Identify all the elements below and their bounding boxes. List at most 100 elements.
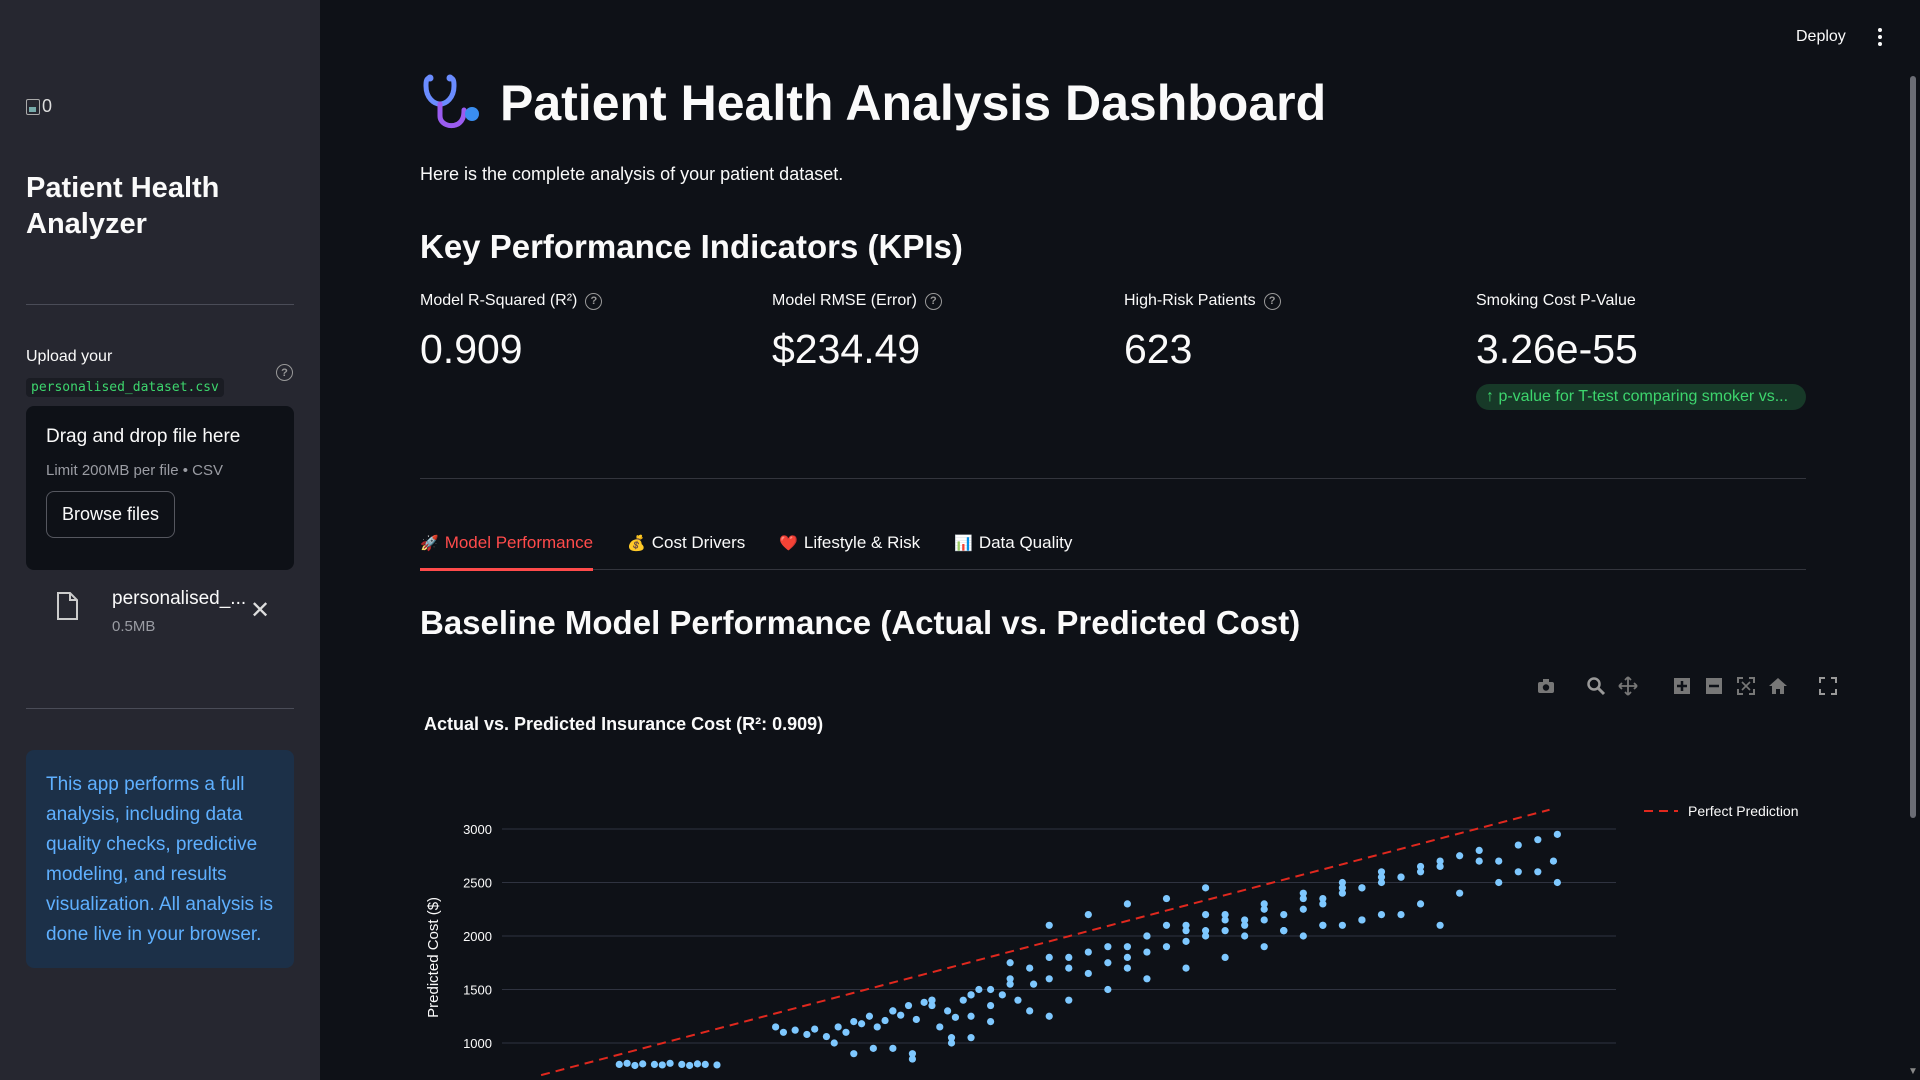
scatter-point[interactable]: [1201, 911, 1210, 919]
scatter-point[interactable]: [967, 1012, 975, 1020]
tab-data-quality[interactable]: 📊 Data Quality: [954, 530, 1072, 570]
tab-cost-drivers[interactable]: 💰 Cost Drivers: [627, 530, 745, 570]
scatter-point[interactable]: [1514, 868, 1522, 876]
scatter-point[interactable]: [1456, 889, 1464, 897]
zoom-in-icon[interactable]: [1672, 676, 1692, 696]
scatter-point[interactable]: [1260, 916, 1268, 924]
scatter-point[interactable]: [1123, 900, 1132, 908]
scatter-point[interactable]: [1014, 996, 1022, 1004]
scatter-point[interactable]: [1416, 862, 1425, 871]
scatter-point[interactable]: [959, 996, 967, 1004]
scatter-point[interactable]: [986, 1018, 995, 1026]
scatter-point[interactable]: [881, 1016, 889, 1025]
scatter-point[interactable]: [889, 1007, 897, 1015]
scatter-point[interactable]: [631, 1061, 639, 1070]
scatter-point[interactable]: [1182, 937, 1190, 945]
scatter-point[interactable]: [944, 1007, 952, 1015]
upload-help-icon[interactable]: ?: [276, 364, 293, 381]
zoom-icon[interactable]: [1586, 676, 1606, 696]
scatter-point[interactable]: [850, 1018, 858, 1026]
scatter-point[interactable]: [947, 1039, 956, 1047]
scatter-point[interactable]: [928, 1001, 936, 1010]
scatter-chart[interactable]: 1000 1500 2000 2500 3000 Predicted Cost ($) Pe…: [420, 790, 1810, 1080]
scatter-point[interactable]: [1338, 921, 1346, 929]
scatter-point[interactable]: [686, 1061, 694, 1070]
tab-model-performance[interactable]: 🚀 Model Performance: [420, 530, 594, 571]
scatter-point[interactable]: [920, 998, 928, 1006]
scatter-point[interactable]: [1221, 911, 1229, 919]
scatter-point[interactable]: [803, 1030, 811, 1039]
scatter-point[interactable]: [701, 1060, 709, 1068]
scatter-point[interactable]: [1319, 894, 1327, 903]
help-icon[interactable]: ?: [924, 292, 942, 310]
scatter-point[interactable]: [1065, 953, 1073, 961]
scatter-point[interactable]: [1553, 878, 1561, 887]
scatter-point[interactable]: [1084, 948, 1092, 956]
scatter-point[interactable]: [1201, 884, 1210, 892]
tab-lifestyle-risk[interactable]: ❤️ Lifestyle & Risk: [779, 530, 920, 570]
scatter-point[interactable]: [1182, 921, 1190, 929]
scatter-point[interactable]: [1377, 911, 1386, 919]
scatter-point[interactable]: [967, 1034, 975, 1042]
home-icon[interactable]: [1768, 676, 1788, 696]
scatter-point[interactable]: [1084, 911, 1092, 919]
scatter-point[interactable]: [1162, 894, 1171, 903]
scatter-point[interactable]: [865, 1012, 874, 1020]
scatter-point[interactable]: [1397, 873, 1405, 881]
scatter-point[interactable]: [1358, 884, 1366, 892]
scatter-point[interactable]: [1045, 975, 1053, 983]
scatter-point[interactable]: [908, 1055, 917, 1063]
scatter-point[interactable]: [658, 1061, 666, 1069]
scatter-point[interactable]: [1534, 836, 1542, 844]
scatter-point[interactable]: [1143, 948, 1151, 956]
scatter-point[interactable]: [1475, 846, 1483, 854]
scatter-point[interactable]: [897, 1011, 905, 1019]
file-dropzone[interactable]: Drag and drop file here Limit 200MB per …: [26, 406, 294, 570]
scatter-point[interactable]: [889, 1044, 897, 1052]
help-icon[interactable]: ?: [585, 292, 603, 310]
scatter-point[interactable]: [650, 1060, 659, 1068]
scatter-point[interactable]: [1549, 857, 1558, 865]
scatter-point[interactable]: [1006, 959, 1014, 967]
scatter-point[interactable]: [1416, 900, 1425, 908]
main-menu-icon[interactable]: [1878, 28, 1882, 46]
scatter-point[interactable]: [639, 1060, 647, 1068]
scatter-point[interactable]: [1182, 964, 1190, 972]
scatter-point[interactable]: [1534, 868, 1542, 876]
scatter-point[interactable]: [1045, 953, 1053, 961]
scatter-point[interactable]: [1299, 889, 1307, 897]
scatter-point[interactable]: [904, 1001, 913, 1010]
scatter-point[interactable]: [1514, 841, 1522, 849]
scatter-point[interactable]: [951, 1013, 960, 1021]
scatter-point[interactable]: [1162, 921, 1171, 929]
remove-file-close-icon[interactable]: ✕: [250, 596, 270, 625]
scatter-point[interactable]: [822, 1032, 831, 1041]
scatter-point[interactable]: [1221, 927, 1229, 935]
scatter-point[interactable]: [1436, 921, 1444, 929]
scatter-point[interactable]: [1201, 927, 1210, 935]
help-icon[interactable]: ?: [1263, 292, 1281, 310]
scatter-point[interactable]: [1319, 921, 1327, 929]
scatter-point[interactable]: [986, 985, 995, 994]
pan-icon[interactable]: [1618, 676, 1638, 696]
scatter-point[interactable]: [1338, 878, 1346, 887]
scrollbar[interactable]: [1910, 76, 1916, 818]
scatter-point[interactable]: [1358, 916, 1366, 924]
scatter-point[interactable]: [1260, 900, 1268, 908]
scatter-point[interactable]: [1026, 1007, 1034, 1015]
scatter-point[interactable]: [772, 1023, 780, 1031]
scatter-point[interactable]: [615, 1060, 623, 1068]
scatter-point[interactable]: [1123, 943, 1132, 951]
scatter-point[interactable]: [693, 1060, 702, 1068]
scatter-point[interactable]: [678, 1060, 686, 1068]
scatter-point[interactable]: [811, 1025, 819, 1033]
scatter-point[interactable]: [713, 1061, 721, 1069]
zoom-out-icon[interactable]: [1704, 676, 1724, 696]
scatter-point[interactable]: [842, 1028, 850, 1036]
autoscale-icon[interactable]: [1736, 676, 1756, 696]
scatter-point[interactable]: [1143, 975, 1151, 983]
scatter-point[interactable]: [1495, 857, 1503, 865]
deploy-button[interactable]: Deploy: [1796, 28, 1846, 46]
scatter-point[interactable]: [1553, 830, 1561, 838]
scatter-point[interactable]: [1065, 964, 1073, 972]
